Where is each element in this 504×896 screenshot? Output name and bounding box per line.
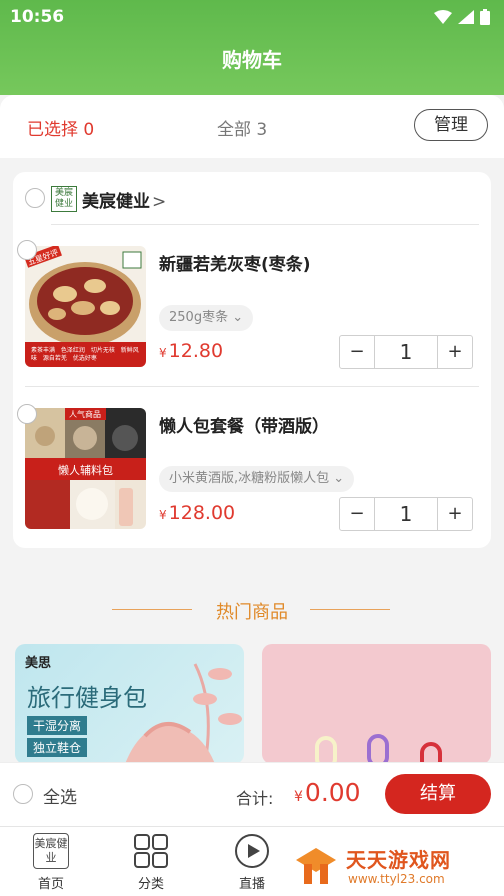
price-value: 128.00 [168,502,236,524]
promo-headline: 旅行健身包 [27,684,147,712]
item-price: ¥12.80 [159,340,223,362]
item-select-radio[interactable] [17,404,37,424]
cart-item: 人气商品 懒人辅料包 懒人包套餐（带酒版） 小米黄酒版,冰糖粉版懒人包 ⌄ ¥1… [13,404,491,548]
tab-label: 分类 [137,877,164,892]
decrease-button[interactable]: − [340,498,374,530]
brand-logo: 美思 [25,656,52,671]
tab-live[interactable]: 直播 [222,833,282,892]
watermark-logo-icon [296,848,336,884]
status-bar: 10:56 [0,0,504,34]
quantity-stepper: − 1 + [339,497,473,531]
promo-tag: 干湿分离 [27,716,88,735]
quantity-value[interactable]: 1 [374,336,438,368]
home-logo-text: 美宸健业 [34,837,68,864]
select-all-radio[interactable] [13,784,33,804]
checkout-bar: 全选 合计: ¥0.00 结算 [0,762,504,826]
hot-divider-right [310,609,390,610]
tab-label: 首页 [37,877,64,892]
product-image-jujube[interactable]: 五星好评 素茶丰满 色泽红润 切片无核 新鲜风味 源自若羌 优选好枣 [25,246,146,367]
store-card: 美宸健业 美宸健业 > 五星好评 素茶丰满 色泽红润 切片无核 新鲜风味 源自若羌… [13,172,491,548]
app-header: 10:56 购物车 [0,0,504,95]
watermark-url: www.ttyl23.com [348,872,445,886]
hot-product-card[interactable]: 美思 旅行健身包 干湿分离 独立鞋仓 [15,644,244,764]
hot-product-card[interactable] [262,644,491,764]
chevron-down-icon: ⌄ [232,310,244,325]
hot-products-title: 热门商品 [216,602,288,623]
total-amount: ¥0.00 [294,778,361,807]
store-name-link[interactable]: 美宸健业 > [82,187,166,212]
thumb-banner: 懒人辅料包 [58,464,113,477]
play-circle-icon [235,834,269,868]
tab-label: 直播 [238,877,265,892]
total-value: 0.00 [304,778,361,807]
divider [25,386,479,387]
currency-symbol: ¥ [159,346,167,360]
currency-symbol: ¥ [294,789,303,805]
item-title[interactable]: 懒人包套餐（带酒版） [159,412,329,437]
resistance-bands-image [315,734,442,764]
all-count[interactable]: 全部 3 [217,115,267,140]
selected-count: 已选择 0 [27,120,95,140]
battery-icon [480,9,490,25]
spec-label: 小米黄酒版,冰糖粉版懒人包 [169,471,330,486]
decrease-button[interactable]: − [340,336,374,368]
chevron-right-icon: > [152,192,167,212]
status-time: 10:56 [10,7,65,27]
quantity-stepper: − 1 + [339,335,473,369]
select-all-label[interactable]: 全选 [43,783,77,808]
home-logo-icon: 美宸健业 [33,833,69,869]
signal-icon [458,10,474,24]
divider [51,224,479,225]
store-logo: 美宸健业 [51,186,77,212]
promo-tag: 独立鞋仓 [27,738,88,757]
thumb-captions: 素茶丰满 色泽红润 切片无核 新鲜风味 源自若羌 优选好枣 [31,347,139,362]
page-title: 购物车 [222,48,282,72]
spec-selector[interactable]: 250g枣条 ⌄ [159,305,254,331]
total-label: 合计: [236,789,274,808]
spec-selector[interactable]: 小米黄酒版,冰糖粉版懒人包 ⌄ [159,466,355,492]
chevron-down-icon: ⌄ [333,471,345,486]
product-image-lazy-pack[interactable]: 人气商品 懒人辅料包 [25,408,146,529]
checkout-button[interactable]: 结算 [385,774,491,814]
price-value: 12.80 [168,340,224,362]
watermark-text: 天天游戏网 [346,848,451,872]
cart-item: 五星好评 素茶丰满 色泽红润 切片无核 新鲜风味 源自若羌 优选好枣 新疆若羌灰… [13,240,491,386]
store-select-radio[interactable] [25,188,45,208]
cart-summary-bar: 已选择 0 全部 3 管理 [0,95,504,158]
wifi-icon [434,10,452,24]
item-price: ¥128.00 [159,502,235,524]
thumb-tag: 人气商品 [69,410,101,419]
tab-category[interactable]: 分类 [121,833,181,892]
item-select-radio[interactable] [17,240,37,260]
manage-button[interactable]: 管理 [414,109,488,141]
currency-symbol: ¥ [159,508,167,522]
watermark: 天天游戏网 www.ttyl23.com [288,838,504,896]
status-icons [434,9,490,25]
spec-label: 250g枣条 [169,310,229,325]
quantity-value[interactable]: 1 [374,498,438,530]
grid-icon [134,834,168,868]
item-title[interactable]: 新疆若羌灰枣(枣条) [159,250,311,275]
tab-home[interactable]: 美宸健业 首页 [21,833,81,892]
increase-button[interactable]: + [438,498,472,530]
store-name: 美宸健业 [82,192,150,212]
increase-button[interactable]: + [438,336,472,368]
